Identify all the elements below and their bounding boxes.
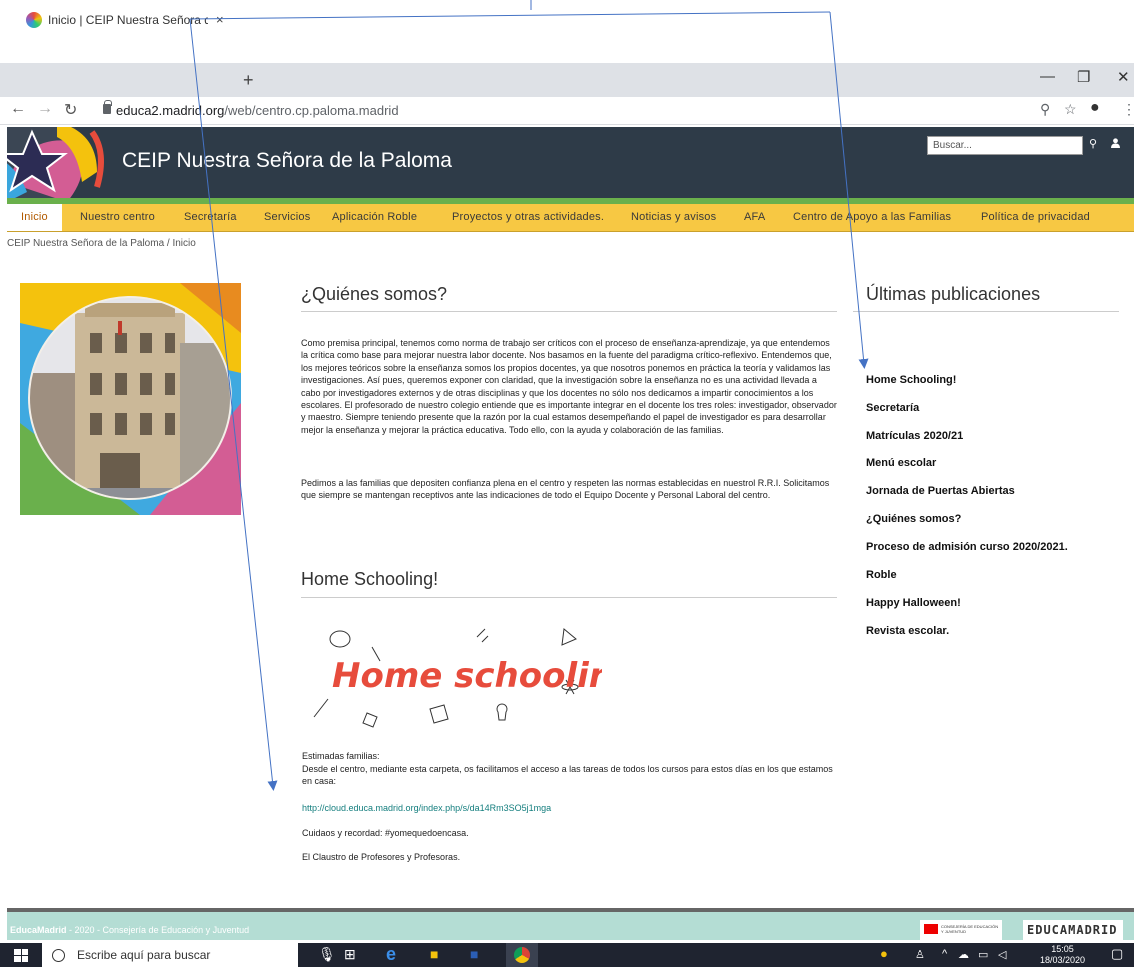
sidebar-item-revista[interactable]: Revista escolar. bbox=[866, 625, 949, 637]
search-input[interactable]: Buscar... bbox=[927, 136, 1083, 155]
forward-arrow-icon[interactable]: → bbox=[37, 100, 53, 118]
chrome-icon bbox=[514, 947, 530, 963]
menu-dots-icon[interactable]: ⋮ bbox=[1122, 101, 1134, 118]
footer-text: EducaMadrid - 2020 - Consejería de Educa… bbox=[10, 925, 249, 935]
site-header: CEIP Nuestra Señora de la Paloma Buscar.… bbox=[7, 127, 1134, 198]
chrome-taskbar-button[interactable] bbox=[506, 943, 538, 967]
site-title[interactable]: CEIP Nuestra Señora de la Paloma bbox=[122, 149, 452, 173]
onedrive-icon[interactable]: ☁ bbox=[958, 948, 969, 961]
main-nav: Inicio Nuestro centro Secretaría Servici… bbox=[7, 204, 1134, 232]
windows-taskbar: Escribe aquí para buscar 🎙 ⊞ e ■ ■ ● ♙ ^… bbox=[0, 943, 1134, 967]
taskbar-clock[interactable]: 15:05 18/03/2020 bbox=[1040, 944, 1085, 966]
nav-item-noticias[interactable]: Noticias y avisos bbox=[631, 204, 716, 231]
nav-item-privacidad[interactable]: Política de privacidad bbox=[981, 204, 1090, 231]
url-path: /web/centro.cp.paloma.madrid bbox=[224, 103, 399, 118]
tray-chevron-icon[interactable]: ^ bbox=[942, 948, 947, 960]
screen: Inicio | CEIP Nuestra Señora de la Palom… bbox=[0, 0, 1134, 967]
volume-icon[interactable]: ◁ bbox=[998, 948, 1006, 961]
star-icon[interactable]: ☆ bbox=[1064, 101, 1077, 118]
browser-tab[interactable]: Inicio | CEIP Nuestra Señora de la Palom… bbox=[10, 5, 232, 34]
clock-date: 18/03/2020 bbox=[1040, 955, 1086, 965]
divider bbox=[301, 311, 837, 312]
user-icon[interactable] bbox=[1111, 138, 1120, 148]
school-building-image bbox=[20, 283, 241, 515]
divider bbox=[301, 597, 837, 598]
quienes-somos-title[interactable]: ¿Quiénes somos? bbox=[301, 284, 447, 305]
divider bbox=[853, 311, 1119, 312]
taskbar-search-text: Escribe aquí para buscar bbox=[77, 948, 211, 962]
nav-item-secretaria[interactable]: Secretaría bbox=[184, 204, 237, 231]
nav-item-servicios[interactable]: Servicios bbox=[264, 204, 310, 231]
nav-item-aplicacion-roble[interactable]: Aplicación Roble bbox=[332, 204, 417, 231]
home-schooling-image: Home schooling! bbox=[302, 617, 653, 742]
tab-close-icon[interactable]: × bbox=[216, 12, 224, 27]
word-icon[interactable]: ■ bbox=[470, 946, 478, 964]
school-logo-icon bbox=[7, 127, 104, 198]
notifications-icon[interactable]: ▢ bbox=[1111, 946, 1123, 962]
home-cloud-link[interactable]: http://cloud.educa.madrid.org/index.php/… bbox=[302, 802, 842, 814]
cortana-icon bbox=[52, 948, 65, 962]
sidebar-item-menu-escolar[interactable]: Menú escolar bbox=[866, 457, 936, 469]
home-care-text: Cuidaos y recordad: #yomequedoencasa. bbox=[302, 828, 469, 838]
comunidad-madrid-logo-text: CONSEJERÍA DE EDUCACIÓN Y JUVENTUD bbox=[941, 924, 999, 934]
sidebar-item-quienes-somos[interactable]: ¿Quiénes somos? bbox=[866, 513, 961, 525]
browser-tab-bar bbox=[0, 63, 1134, 97]
windows-start-icon[interactable] bbox=[14, 949, 28, 962]
minimize-icon[interactable]: — bbox=[1040, 68, 1055, 85]
file-explorer-icon[interactable]: ■ bbox=[430, 946, 438, 964]
comunidad-madrid-logo[interactable]: CONSEJERÍA DE EDUCACIÓN Y JUVENTUD bbox=[920, 920, 1002, 940]
sidebar-item-roble[interactable]: Roble bbox=[866, 569, 897, 581]
comunidad-madrid-flag-icon bbox=[924, 924, 938, 934]
nav-item-inicio[interactable]: Inicio bbox=[7, 204, 62, 231]
home-schooling-image-text: Home schooling! bbox=[332, 656, 602, 696]
clock-time: 15:05 bbox=[1051, 944, 1074, 954]
home-signature: El Claustro de Profesores y Profesoras. bbox=[302, 852, 461, 862]
url-host: educa2.madrid.org bbox=[116, 103, 225, 118]
home-body: Desde el centro, mediante esta carpeta, … bbox=[302, 764, 833, 787]
microphone-icon[interactable]: 🎙 bbox=[318, 946, 336, 964]
nav-item-centro-apoyo[interactable]: Centro de Apoyo a las Familias bbox=[793, 204, 951, 231]
nav-item-afa[interactable]: AFA bbox=[744, 204, 765, 231]
url-field[interactable]: educa2.madrid.org/web/centro.cp.paloma.m… bbox=[116, 103, 399, 118]
breadcrumb[interactable]: CEIP Nuestra Señora de la Paloma / Inici… bbox=[7, 238, 196, 249]
edge-icon[interactable]: e bbox=[386, 944, 396, 964]
footer-brand[interactable]: EducaMadrid bbox=[10, 925, 67, 935]
reload-icon[interactable]: ↻ bbox=[64, 100, 77, 120]
favicon-icon bbox=[26, 11, 42, 28]
home-greeting: Estimadas familias: bbox=[302, 751, 380, 761]
nav-item-nuestro-centro[interactable]: Nuestro centro bbox=[80, 204, 155, 231]
back-arrow-icon[interactable]: ← bbox=[10, 100, 26, 118]
lock-icon bbox=[103, 100, 112, 114]
sidebar-title: Últimas publicaciones bbox=[866, 284, 1041, 304]
footer-rest: - 2020 - Consejería de Educación y Juven… bbox=[66, 925, 250, 935]
sidebar-item-halloween[interactable]: Happy Halloween! bbox=[866, 597, 961, 609]
sidebar-item-secretaria[interactable]: Secretaría bbox=[866, 402, 919, 414]
taskbar-search[interactable]: Escribe aquí para buscar bbox=[42, 943, 298, 967]
close-window-icon[interactable]: ✕ bbox=[1117, 68, 1130, 86]
educamadrid-logo[interactable]: EDUCAMADRID bbox=[1023, 920, 1123, 940]
new-tab-button[interactable]: + bbox=[243, 70, 254, 91]
task-view-icon[interactable]: ⊞ bbox=[344, 946, 356, 964]
search-icon[interactable]: ⚲ bbox=[1089, 137, 1097, 150]
people-icon[interactable]: ♙ bbox=[915, 948, 925, 961]
site-footer: EducaMadrid - 2020 - Consejería de Educa… bbox=[7, 908, 1134, 940]
sidebar-item-matriculas[interactable]: Matrículas 2020/21 bbox=[866, 430, 963, 442]
profile-icon[interactable]: ● bbox=[1090, 99, 1100, 117]
tab-title: Inicio | CEIP Nuestra Señora de la Palom… bbox=[48, 12, 208, 27]
zoom-icon[interactable]: ⚲ bbox=[1040, 101, 1050, 118]
restore-icon[interactable]: ❐ bbox=[1077, 68, 1090, 86]
nav-item-proyectos[interactable]: Proyectos y otras actividades. bbox=[452, 204, 604, 231]
sidebar-item-puertas-abiertas[interactable]: Jornada de Puertas Abiertas bbox=[866, 485, 1015, 497]
home-schooling-title[interactable]: Home Schooling! bbox=[301, 569, 438, 590]
quienes-somos-paragraph-1: Como premisa principal, tenemos como nor… bbox=[301, 338, 837, 435]
school-photo bbox=[20, 283, 241, 515]
sidebar-item-home-schooling[interactable]: Home Schooling! bbox=[866, 374, 956, 386]
sidebar-item-admision[interactable]: Proceso de admisión curso 2020/2021. bbox=[866, 541, 1068, 553]
help-icon[interactable]: ● bbox=[880, 946, 888, 961]
quienes-somos-paragraph-2: Pedimos a las familias que depositen con… bbox=[301, 478, 830, 501]
network-icon[interactable]: ▭ bbox=[978, 948, 988, 961]
